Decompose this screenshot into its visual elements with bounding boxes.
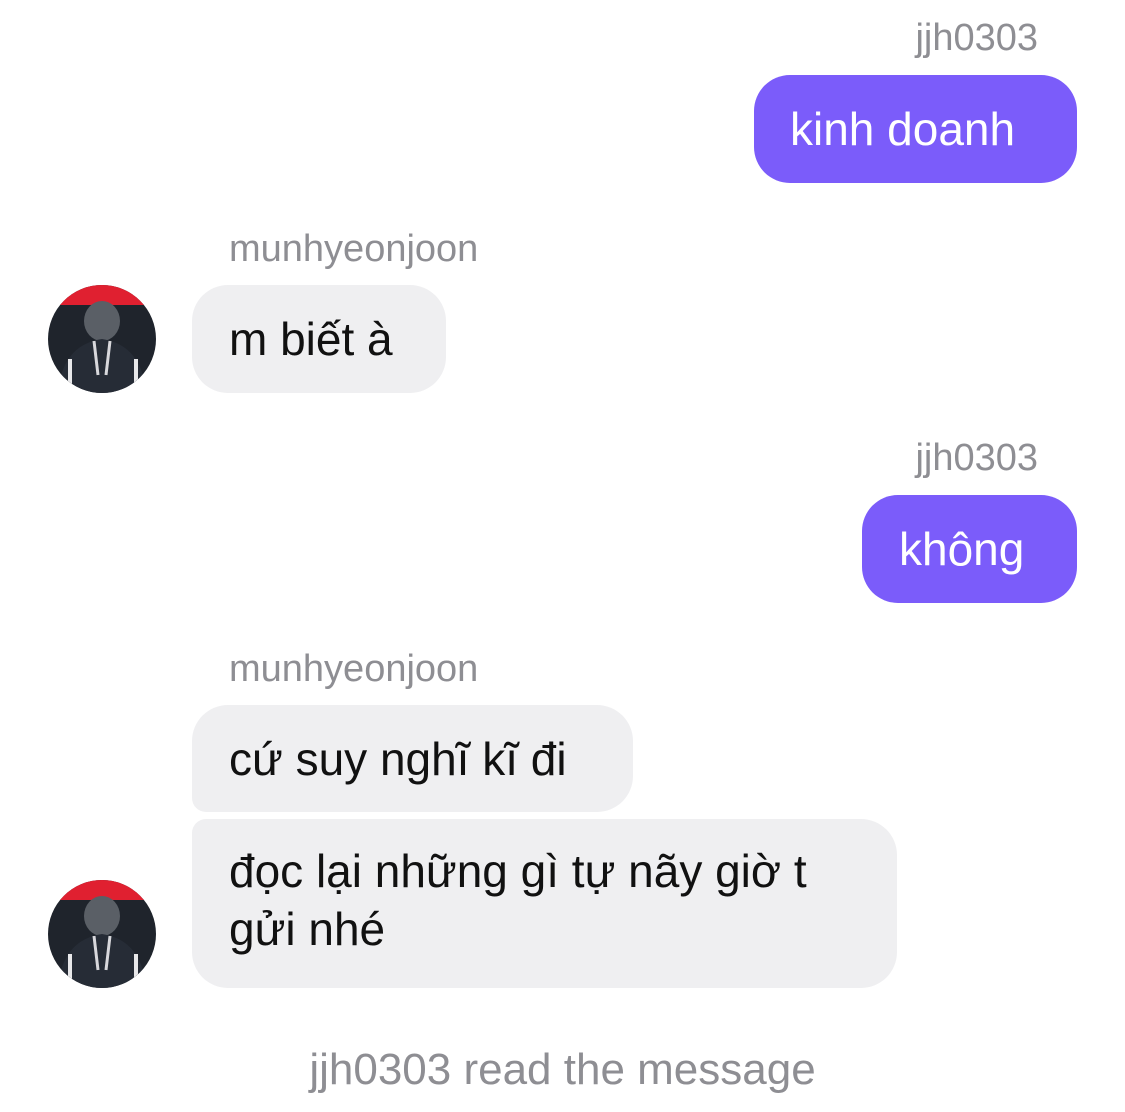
- message-bubble-incoming[interactable]: m biết à: [192, 285, 446, 393]
- message-text: m biết à: [229, 313, 393, 365]
- avatar-photo-icon: [48, 880, 156, 988]
- sender-name-outgoing: jjh0303: [915, 17, 1038, 59]
- message-text: đọc lại những gì tự nãy giờ t gửi nhé: [229, 845, 807, 955]
- avatar-photo-icon: [48, 285, 156, 393]
- user-avatar[interactable]: [48, 880, 156, 988]
- message-text: kinh doanh: [790, 103, 1016, 155]
- sender-name-outgoing: jjh0303: [915, 437, 1038, 479]
- message-bubble-incoming[interactable]: đọc lại những gì tự nãy giờ t gửi nhé: [192, 819, 897, 988]
- message-bubble-outgoing[interactable]: không: [862, 495, 1077, 603]
- message-text: không: [899, 523, 1025, 575]
- sender-name-incoming: munhyeonjoon: [229, 648, 479, 690]
- user-avatar[interactable]: [48, 285, 156, 393]
- sender-name-incoming: munhyeonjoon: [229, 228, 479, 270]
- read-receipt: jjh0303 read the message: [309, 1045, 816, 1094]
- message-bubble-outgoing[interactable]: kinh doanh: [754, 75, 1077, 183]
- message-bubble-incoming[interactable]: cứ suy nghĩ kĩ đi: [192, 705, 633, 812]
- message-text: cứ suy nghĩ kĩ đi: [229, 733, 567, 785]
